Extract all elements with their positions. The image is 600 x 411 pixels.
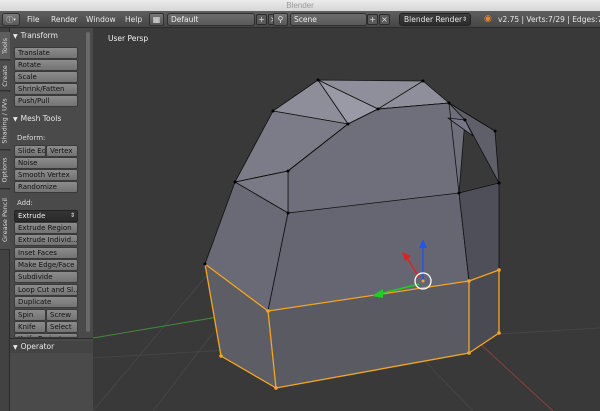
translate-button[interactable]: Translate	[14, 47, 78, 59]
collapse-triangle-icon: ▼	[13, 344, 18, 351]
close-icon: ×	[381, 15, 388, 24]
subdivide-button[interactable]: Subdivide	[14, 271, 78, 283]
editor-type-button[interactable]: ⓘ ▾	[2, 13, 20, 26]
info-icon: ⓘ	[6, 15, 14, 24]
slide-edge-button[interactable]: Slide Ed	[14, 145, 46, 157]
slide-vertex-button[interactable]: Vertex	[46, 145, 78, 157]
scene-field[interactable]: Scene	[290, 13, 367, 26]
screen-layout-field[interactable]: Default	[167, 13, 255, 26]
divider	[10, 338, 93, 339]
extrude-region-button[interactable]: Extrude Region	[14, 222, 78, 234]
scene-stats: v2.75 | Verts:7/29 | Edges:7/56	[498, 15, 600, 24]
grid-icon: ▦	[152, 15, 161, 24]
render-engine-select[interactable]: Blender Render ⇕	[399, 13, 471, 26]
screen-layout-menu-button[interactable]: ▦	[149, 13, 164, 26]
menu-window[interactable]: Window	[86, 15, 116, 24]
shrink-fatten-button[interactable]: Shrink/Fatten	[14, 83, 78, 95]
select-button[interactable]: Select	[46, 321, 78, 333]
pivot-point	[421, 279, 425, 283]
blender-logo-icon: ◉	[484, 14, 492, 24]
scene-icon: ⚲	[277, 15, 284, 24]
add-label: Add:	[17, 199, 33, 207]
tab-tools[interactable]: Tools	[0, 32, 10, 60]
make-edge-face-button[interactable]: Make Edge/Face	[14, 259, 78, 271]
mesh-tools-panel-header[interactable]: ▼ Mesh Tools	[10, 113, 93, 125]
window-title: Blender	[286, 1, 314, 10]
inset-faces-button[interactable]: Inset Faces	[14, 247, 78, 259]
randomize-button[interactable]: Randomize	[14, 181, 78, 193]
smooth-vertex-button[interactable]: Smooth Vertex	[14, 169, 78, 181]
tab-create[interactable]: Create	[0, 61, 10, 91]
scene-menu-button[interactable]: ⚲	[273, 13, 288, 26]
menu-help[interactable]: Help	[125, 15, 142, 24]
rotate-button[interactable]: Rotate	[14, 59, 78, 71]
toolshelf-tabs: Tools Create Shading / UVs Options Greas…	[0, 28, 10, 411]
spin-button[interactable]: Spin	[14, 309, 46, 321]
collapse-triangle-icon: ▼	[13, 116, 18, 123]
menu-render[interactable]: Render	[51, 15, 78, 24]
window-title-bar: Blender	[0, 0, 600, 11]
delete-scene-button[interactable]: ×	[379, 14, 390, 25]
plus-icon: +	[369, 15, 376, 24]
noise-button[interactable]: Noise	[14, 157, 78, 169]
operator-panel-header[interactable]: ▼ Operator	[10, 341, 93, 353]
loop-cut-slide-button[interactable]: Loop Cut and Sl...	[14, 284, 78, 296]
knife-button[interactable]: Knife	[14, 321, 46, 333]
3d-viewport[interactable]: User Persp	[92, 28, 600, 411]
tab-grease-pencil[interactable]: Grease Pencil	[0, 190, 10, 250]
push-pull-button[interactable]: Push/Pull	[14, 95, 78, 107]
screw-button[interactable]: Screw	[46, 309, 78, 321]
add-scene-button[interactable]: +	[367, 14, 378, 25]
scale-button[interactable]: Scale	[14, 71, 78, 83]
transform-panel-header[interactable]: ▼ Transform	[10, 30, 93, 42]
duplicate-button[interactable]: Duplicate	[14, 296, 78, 308]
add-screen-button[interactable]: +	[256, 14, 267, 25]
selected-face	[468, 269, 500, 354]
tool-shelf-scrollbar[interactable]	[86, 32, 90, 332]
mesh-object[interactable]	[204, 79, 500, 389]
view-label: User Persp	[108, 34, 149, 43]
viewport-canvas[interactable]	[92, 28, 600, 411]
info-header: ⓘ▾ File Render Window Help ▦ Default + ×…	[0, 11, 600, 28]
tab-shading-uvs[interactable]: Shading / UVs	[0, 92, 10, 150]
extrude-individual-button[interactable]: Extrude Individ...	[14, 234, 78, 246]
tool-shelf: ▼ Transform Translate Rotate Scale Shrink…	[10, 28, 93, 411]
menu-file[interactable]: File	[27, 15, 40, 24]
deform-label: Deform:	[17, 134, 46, 142]
collapse-triangle-icon: ▼	[13, 33, 18, 40]
tab-options[interactable]: Options	[0, 151, 10, 189]
extrude-select[interactable]: Extrude ⇕	[14, 210, 78, 222]
plus-icon: +	[258, 15, 265, 24]
